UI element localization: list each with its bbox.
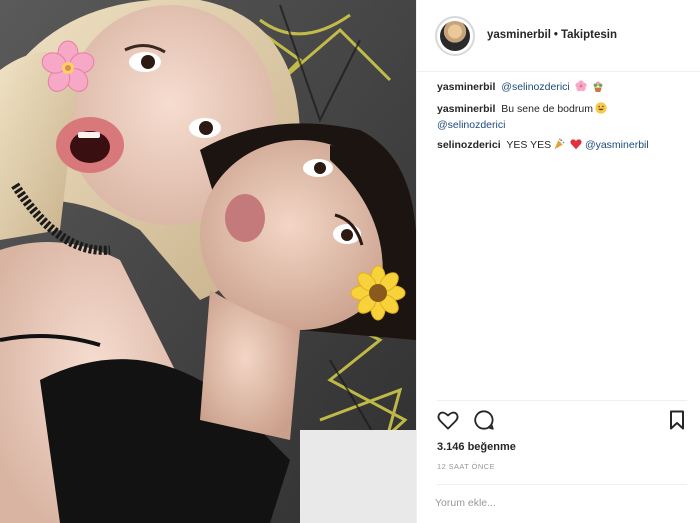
heart-icon[interactable] [437,410,459,435]
comment-mention[interactable]: @yasminerbil [585,139,649,151]
comment-item: yasminerbil Bu sene de bodrum @selinozde… [437,102,687,132]
post-timestamp[interactable]: 12 SAAT ÖNCE [437,462,495,471]
red-heart-emoji [570,138,582,154]
potted-flower-emoji [592,80,604,96]
comment-username[interactable]: yasminerbil [437,81,495,93]
grinning-face-emoji [595,102,607,118]
comment-item: yasminerbil @selinozderici [437,80,687,96]
comment-divider [437,484,687,485]
sunflower-sticker [350,265,406,321]
party-emoji [553,138,565,154]
header-user-line: yasminerbil • Takiptesin [487,29,617,41]
comment-text: Bu sene de bodrum [501,103,593,115]
avatar[interactable] [435,16,475,56]
bookmark-icon[interactable] [669,410,685,435]
comment-item: selinozderici YES YES @yasminerbil [437,138,687,154]
post-sidebar: yasminerbil • Takiptesin yasminerbil @seli… [416,0,700,523]
header-username[interactable]: yasminerbil [487,29,551,41]
speech-bubble-icon[interactable] [473,409,495,436]
comment-mention[interactable]: @selinozderici [501,81,569,93]
follow-status[interactable]: Takiptesin [561,29,617,41]
comment-username[interactable]: yasminerbil [437,103,495,115]
comment-list: yasminerbil @selinozderici yasminerbil B… [437,80,687,160]
avatar-image [440,21,470,51]
comment-text: YES YES [506,139,552,151]
post-photo[interactable] [0,0,416,523]
cherry-blossom-emoji [575,80,587,96]
comment-input[interactable] [435,493,687,513]
actions-divider [437,400,687,401]
header-separator: • [553,29,558,41]
comment-mention[interactable]: @selinozderici [437,119,505,131]
comment-username[interactable]: selinozderici [437,139,501,151]
post-header: yasminerbil • Takiptesin [417,0,700,72]
like-count[interactable]: 3.146 beğenme [437,441,516,453]
selfie-image [0,0,416,523]
